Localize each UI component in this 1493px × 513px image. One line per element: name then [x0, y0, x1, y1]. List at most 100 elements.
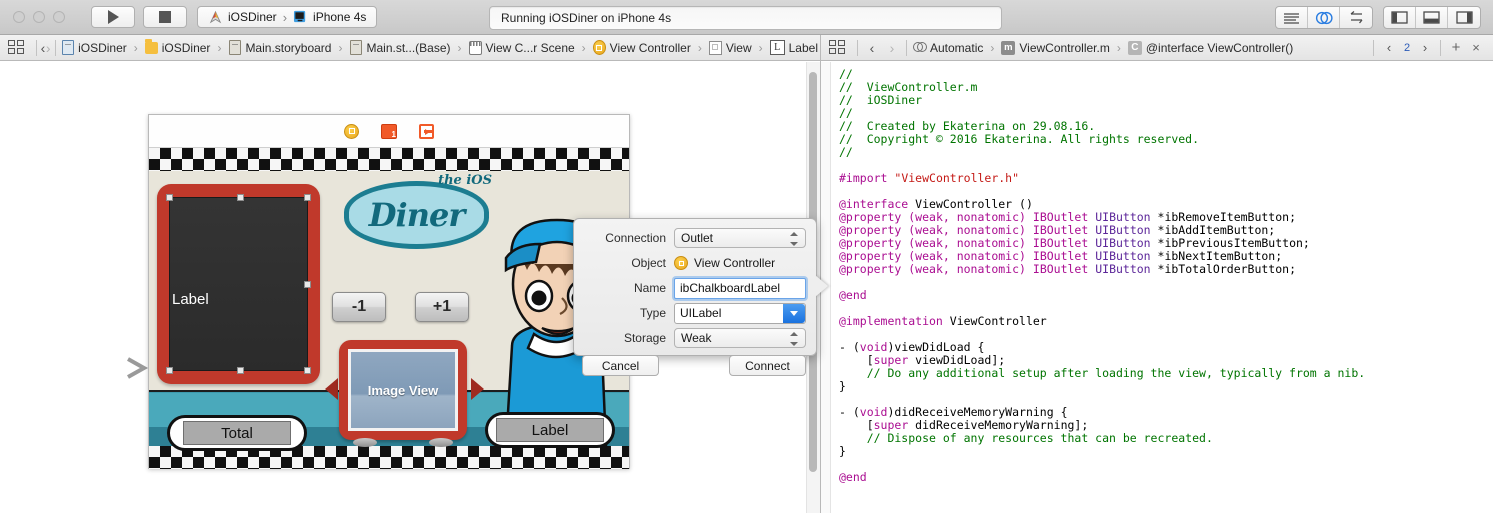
breadcrumb-interface[interactable]: C @interface ViewController() — [1126, 40, 1295, 55]
outlet-connection-popup[interactable]: Connection Outlet Object View Controller… — [573, 218, 817, 376]
stop-button[interactable] — [143, 6, 187, 28]
back-button[interactable]: ‹ — [862, 40, 882, 56]
tv-leg — [353, 438, 377, 447]
chalkboard-surface: Label — [166, 194, 311, 374]
assistant-code-editor[interactable]: // // ViewController.m // iOSDiner // //… — [821, 62, 1493, 513]
storage-select[interactable]: Weak — [674, 328, 806, 348]
close-assistant-editor-button[interactable]: × — [1467, 40, 1485, 55]
forward-button[interactable]: › — [882, 40, 902, 56]
outlet-type-combobox[interactable]: UILabel — [674, 302, 806, 324]
add-item-button[interactable]: +1 — [415, 292, 469, 322]
tv-leg — [429, 438, 453, 447]
connection-type-value: Outlet — [681, 231, 714, 245]
chevron-right-icon: › — [133, 40, 138, 55]
previous-counterpart-button[interactable]: ‹ — [1380, 40, 1398, 55]
minimize-window-button[interactable] — [33, 11, 45, 23]
add-assistant-editor-button[interactable]: + — [1447, 39, 1465, 56]
next-item-arrow-button[interactable] — [471, 378, 484, 400]
breadcrumb-folder[interactable]: iOSDiner › — [143, 38, 227, 55]
previous-item-arrow-button[interactable] — [325, 378, 338, 400]
breadcrumb-view[interactable]: View › — [707, 40, 768, 55]
zoom-window-button[interactable] — [53, 11, 65, 23]
object-label: Object — [631, 256, 666, 270]
simulator-icon — [293, 10, 306, 23]
stepper-icon[interactable] — [790, 232, 799, 246]
stop-icon — [159, 11, 171, 23]
view-controller-dock-icon[interactable] — [344, 123, 359, 139]
view-controller-scene[interactable]: 1 Label Diner the iOS -1 +1 Image View T… — [148, 114, 630, 469]
selection-handle[interactable] — [237, 194, 245, 201]
label-icon: L — [769, 40, 785, 55]
selection-handle[interactable] — [166, 194, 173, 201]
remove-item-button[interactable]: -1 — [332, 292, 386, 322]
chalkboard-frame[interactable]: Label — [157, 184, 320, 384]
chevron-right-icon: › — [338, 40, 343, 55]
selection-handle[interactable] — [304, 280, 311, 288]
breadcrumb-label[interactable]: L Label — [768, 40, 820, 55]
run-button[interactable] — [91, 6, 135, 28]
outlet-name-input[interactable]: ibChalkboardLabel — [674, 277, 806, 299]
breadcrumb-automatic[interactable]: Automatic › — [911, 40, 999, 55]
total-order-label: Total — [183, 421, 291, 445]
image-view-frame[interactable]: Image View — [339, 340, 467, 447]
debug-area-toggle-button[interactable] — [1416, 7, 1448, 28]
forward-button[interactable]: › — [46, 40, 51, 56]
breadcrumb-storyboard-base[interactable]: Main.st...(Base) › — [347, 40, 466, 55]
storage-row: Storage Weak — [574, 327, 806, 349]
chalkboard-label[interactable]: Label — [172, 291, 209, 308]
scheme-separator: › — [282, 9, 288, 25]
selection-handle[interactable] — [166, 367, 173, 374]
editor-mode-segmented-control — [1275, 6, 1373, 29]
name-row: Name ibChalkboardLabel — [574, 277, 806, 299]
storyboard-jump-bar: ‹ › iOSDiner › iOSDiner › Main.storyboar… — [0, 35, 820, 61]
stepper-icon[interactable] — [790, 332, 799, 346]
navigator-toggle-button[interactable] — [1384, 7, 1416, 28]
scheme-selector[interactable]: iOSDiner › iPhone 4s — [197, 6, 378, 28]
total-order-button[interactable]: Total — [167, 415, 307, 451]
connection-type-select[interactable]: Outlet — [674, 228, 806, 248]
selection-handle[interactable] — [304, 367, 311, 374]
chevron-right-icon: › — [697, 40, 702, 55]
breadcrumb-label: @interface ViewController() — [1145, 40, 1294, 55]
outlet-name-value: ibChalkboardLabel — [680, 281, 781, 295]
image-view[interactable]: Image View — [348, 349, 458, 431]
divider — [857, 39, 858, 56]
objc-m-file-icon: m — [1001, 40, 1016, 55]
panel-toggle-segmented-control — [1383, 6, 1481, 29]
folder-icon — [144, 38, 158, 55]
version-editor-button[interactable] — [1340, 7, 1372, 28]
selection-handle[interactable] — [304, 194, 311, 201]
utilities-toggle-button[interactable] — [1448, 7, 1480, 28]
view-controller-icon — [674, 256, 688, 270]
chevron-right-icon: › — [990, 40, 995, 55]
scheme-project-label: iOSDiner — [228, 10, 277, 24]
storyboard-file-icon — [349, 40, 362, 55]
scheme-device-label: iPhone 4s — [313, 10, 367, 24]
standard-editor-button[interactable] — [1276, 7, 1308, 28]
breadcrumb-label: iOSDiner — [161, 40, 211, 55]
view-icon — [708, 40, 722, 55]
source-code[interactable]: // // ViewController.m // iOSDiner // //… — [839, 68, 1493, 484]
first-responder-dock-icon[interactable]: 1 — [381, 123, 397, 139]
breadcrumb-viewcontroller-m[interactable]: m ViewController.m › — [999, 40, 1125, 55]
total-label-plaque[interactable]: Label — [485, 412, 615, 448]
assistant-editor-button[interactable] — [1308, 7, 1340, 28]
exit-dock-icon[interactable] — [419, 123, 434, 139]
next-counterpart-button[interactable]: › — [1416, 40, 1434, 55]
breadcrumb-storyboard[interactable]: Main.storyboard › — [226, 40, 347, 55]
close-window-button[interactable] — [13, 11, 25, 23]
connect-button[interactable]: Connect — [729, 355, 806, 376]
xcode-project-icon — [209, 10, 222, 23]
breadcrumb-view-controller[interactable]: View Controller › — [591, 40, 707, 55]
breadcrumb-scene[interactable]: View C...r Scene › — [467, 40, 591, 55]
assistant-automatic-icon — [913, 40, 927, 55]
cancel-button[interactable]: Cancel — [582, 355, 659, 376]
related-items-icon[interactable] — [829, 40, 845, 55]
object-value: View Controller — [674, 256, 775, 270]
chevron-down-icon[interactable] — [783, 303, 805, 323]
selection-handle[interactable] — [237, 367, 245, 374]
toolbar: iOSDiner › iPhone 4s Running iOSDiner on… — [0, 0, 1493, 35]
related-items-icon[interactable] — [8, 40, 24, 55]
breadcrumb-project[interactable]: iOSDiner › — [59, 40, 143, 55]
chevron-right-icon: › — [758, 40, 763, 55]
